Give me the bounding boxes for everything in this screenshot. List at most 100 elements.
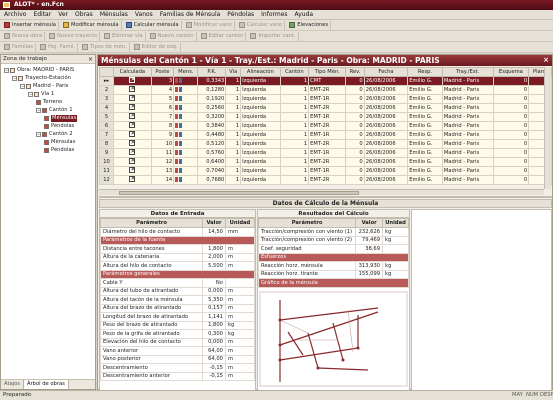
tree-node[interactable]: − Madrid - Paris bbox=[20, 83, 68, 90]
expand-icon[interactable]: − bbox=[20, 84, 25, 89]
toolbar1-button-4[interactable]: Calcular vano bbox=[237, 20, 286, 30]
table-row[interactable]: 12140,76801Izquierda1EMT-2R026/08/2006Em… bbox=[99, 175, 552, 185]
menu-item-0[interactable]: Archivo bbox=[4, 11, 26, 18]
param-value[interactable]: 0,300 bbox=[202, 329, 226, 339]
menu-item-7[interactable]: Péndolas bbox=[227, 11, 254, 18]
calculated-checkbox[interactable] bbox=[113, 85, 152, 95]
menu-item-3[interactable]: Obras bbox=[75, 11, 93, 18]
param-value[interactable]: 5,500 bbox=[202, 261, 226, 271]
table-row[interactable]: 570,32001Izquierda1EMT-1R026/08/2006Emil… bbox=[99, 112, 552, 122]
horizontal-scrollbar[interactable] bbox=[99, 189, 544, 195]
table-row[interactable]: 790,44801Izquierda1EMT-1R026/08/2006Emil… bbox=[99, 130, 552, 140]
param-value[interactable]: 313,930 bbox=[355, 261, 384, 271]
tree-node[interactable]: − Cantón 2 bbox=[36, 131, 73, 138]
param-value[interactable]: 0,000 bbox=[202, 286, 226, 296]
calculated-checkbox[interactable] bbox=[113, 175, 152, 185]
calculated-checkbox[interactable] bbox=[113, 130, 152, 140]
toolbar1-button-2[interactable]: Calcular ménsula bbox=[124, 20, 182, 30]
column-header[interactable]: Calculada bbox=[113, 67, 152, 77]
param-value[interactable]: No bbox=[202, 278, 226, 288]
column-header[interactable]: Resp. bbox=[407, 67, 443, 77]
calculated-checkbox[interactable] bbox=[113, 94, 152, 104]
column-header[interactable]: Rev. bbox=[345, 67, 365, 77]
column-header[interactable]: Tray./Est. bbox=[441, 67, 494, 77]
tree-node[interactable]: Péndolas bbox=[44, 147, 74, 154]
column-header[interactable]: Cantón bbox=[279, 67, 310, 77]
menu-item-2[interactable]: Ver bbox=[58, 11, 68, 18]
column-header[interactable]: Mens. bbox=[173, 67, 199, 77]
expand-icon[interactable]: − bbox=[28, 92, 33, 97]
tree-node[interactable]: − Cantón 1 bbox=[36, 107, 73, 114]
param-value[interactable]: 64,00 bbox=[202, 346, 226, 356]
close-icon[interactable]: × bbox=[543, 55, 549, 66]
table-row[interactable]: 460,25601Izquierda1EMT-2R026/08/2006Emil… bbox=[99, 103, 552, 113]
menu-item-8[interactable]: Informes bbox=[261, 11, 287, 18]
workspace-tab-0[interactable]: Atajos bbox=[1, 380, 24, 389]
param-value[interactable]: 1,141 bbox=[202, 312, 226, 322]
toolbar2-button-3[interactable]: Nuevo cantón bbox=[148, 31, 197, 41]
table-row[interactable]: 9110,57601Izquierda1EMT-1R026/08/2006Emi… bbox=[99, 148, 552, 158]
calculated-checkbox[interactable] bbox=[113, 148, 152, 158]
param-value[interactable]: 79,469 bbox=[355, 235, 384, 245]
param-value[interactable]: 14,50 bbox=[202, 227, 226, 237]
expand-icon[interactable]: − bbox=[4, 68, 9, 73]
table-row[interactable]: ▸▸30,33431Izquierda1CMT026/08/2006Emilio… bbox=[99, 76, 552, 86]
toolbar1-button-5[interactable]: Elevaciones bbox=[287, 20, 332, 30]
menu-item-4[interactable]: Ménsulas bbox=[100, 11, 128, 18]
expand-icon[interactable]: − bbox=[12, 76, 17, 81]
calculated-checkbox[interactable] bbox=[113, 166, 152, 176]
expand-icon[interactable]: − bbox=[36, 108, 41, 113]
param-value[interactable]: 38,69 bbox=[355, 244, 384, 254]
toolbar1-button-1[interactable]: Modificar ménsula bbox=[61, 20, 122, 30]
calculated-checkbox[interactable] bbox=[113, 121, 152, 131]
tree-node[interactable]: − Obra: MADRID - PARIS bbox=[4, 67, 74, 74]
param-value[interactable]: 1,800 bbox=[202, 244, 226, 254]
calculated-checkbox[interactable] bbox=[113, 103, 152, 113]
toolbar2-button-5[interactable]: Importar cant. bbox=[248, 31, 299, 41]
table-row[interactable]: 10120,64001Izquierda1EMT-2R026/08/2006Em… bbox=[99, 157, 552, 167]
menu-item-5[interactable]: Vanos bbox=[135, 11, 153, 18]
toolbar2-button-0[interactable]: Nueva obra bbox=[2, 31, 46, 41]
toolbar3-button-1[interactable]: Hoj. Famil. bbox=[38, 42, 79, 52]
table-row[interactable]: 8100,51201Izquierda1EMT-2R026/08/2006Emi… bbox=[99, 139, 552, 149]
param-value[interactable]: -0,15 bbox=[202, 371, 226, 381]
param-value[interactable]: 1,800 bbox=[202, 320, 226, 330]
param-value[interactable]: 155,099 bbox=[355, 269, 384, 279]
column-header[interactable]: P.K. bbox=[197, 67, 227, 77]
toolbar2-button-1[interactable]: Nuevo trayecto bbox=[47, 31, 100, 41]
table-row[interactable]: 11130,70401Izquierda1EMT-1R026/08/2006Em… bbox=[99, 166, 552, 176]
column-header[interactable]: Fecha bbox=[363, 67, 409, 77]
workspace-tab-1[interactable]: Árbol de obras bbox=[24, 380, 69, 389]
tree-node[interactable]: Ménsulas bbox=[44, 139, 75, 146]
param-value[interactable]: 64,00 bbox=[202, 354, 226, 364]
menu-item-1[interactable]: Editar bbox=[33, 11, 51, 18]
close-icon[interactable]: × bbox=[88, 55, 93, 64]
vertical-scrollbar[interactable] bbox=[544, 67, 551, 189]
param-value[interactable]: 5,350 bbox=[202, 295, 226, 305]
param-value[interactable]: 232,626 bbox=[355, 227, 384, 237]
toolbar1-button-3[interactable]: Modificar vano bbox=[184, 20, 235, 30]
splitter[interactable] bbox=[99, 196, 552, 198]
calculated-checkbox[interactable] bbox=[113, 139, 152, 149]
expand-icon[interactable]: − bbox=[36, 132, 41, 137]
param-value[interactable]: 2,000 bbox=[202, 252, 226, 262]
scroll-thumb[interactable] bbox=[119, 191, 359, 195]
menu-item-9[interactable]: Ayuda bbox=[295, 11, 314, 18]
toolbar2-button-4[interactable]: Editar cantón bbox=[199, 31, 247, 41]
toolbar3-button-2[interactable]: Tipos de mén. bbox=[80, 42, 130, 52]
tree-node[interactable]: − Vía 1 bbox=[28, 91, 54, 98]
calculated-checkbox[interactable] bbox=[113, 157, 152, 167]
column-header[interactable]: Esquema bbox=[492, 67, 530, 77]
param-value[interactable]: -0,15 bbox=[202, 363, 226, 373]
column-header[interactable]: Poste bbox=[150, 67, 175, 77]
param-value[interactable]: 0,000 bbox=[202, 337, 226, 347]
tree-node[interactable]: Péndolas bbox=[44, 123, 74, 130]
column-header[interactable]: Vía bbox=[225, 67, 242, 77]
table-row[interactable]: 350,19201Izquierda1EMT-1R026/08/2006Emil… bbox=[99, 94, 552, 104]
column-header[interactable]: Alineación bbox=[240, 67, 281, 77]
tree-node[interactable]: Terreno bbox=[36, 99, 62, 106]
calculated-checkbox[interactable] bbox=[113, 76, 152, 86]
table-row[interactable]: 240,12801Izquierda1EMT-2R026/08/2006Emil… bbox=[99, 85, 552, 95]
toolbar2-button-2[interactable]: Eliminar vía bbox=[102, 31, 146, 41]
param-value[interactable]: 0,157 bbox=[202, 303, 226, 313]
